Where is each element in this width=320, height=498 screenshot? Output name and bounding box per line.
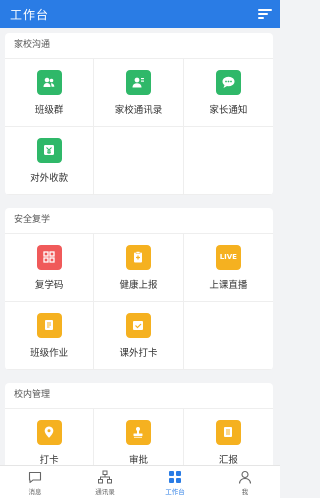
app-class-homework[interactable]: 班级作业: [5, 302, 95, 370]
section-title: 校内管理: [14, 390, 51, 400]
app-label: 班级作业: [30, 347, 69, 359]
app-label: 打卡: [39, 454, 59, 466]
section-title: 家校沟通: [14, 40, 51, 50]
homework-icon: [36, 312, 62, 338]
top-bar: 工作台: [0, 0, 280, 28]
section-home-school: 家校沟通 班级群 家校通讯录 家长通知 对外收款: [5, 33, 273, 195]
app-label: 健康上报: [119, 279, 158, 291]
app-label: 上课直播: [209, 279, 248, 291]
live-icon-text: LIVE: [219, 253, 237, 261]
bottom-tab-bar: 消息 通讯录 工作台 我: [0, 465, 280, 498]
app-label: 班级群: [34, 104, 64, 116]
app-label: 复学码: [34, 279, 64, 291]
workbench-icon: [169, 470, 181, 483]
app-parent-notice[interactable]: 家长通知: [183, 59, 273, 127]
app-health-report[interactable]: 健康上报: [94, 234, 184, 302]
contacts-icon: [125, 69, 151, 95]
qr-code-icon: [36, 244, 62, 270]
app-label: 汇报: [218, 454, 238, 466]
app-label: 审批: [128, 454, 148, 466]
empty-cell: [94, 127, 184, 195]
app-label: 课外打卡: [119, 347, 158, 359]
app-extracurricular-checkin[interactable]: 课外打卡: [94, 302, 184, 370]
tab-label: 消息: [28, 487, 42, 496]
payment-icon: [36, 137, 62, 163]
workbench-content[interactable]: 家校沟通 班级群 家校通讯录 家长通知 对外收款 安全复学 复学码 健康上报 L…: [0, 28, 280, 465]
app-external-payment[interactable]: 对外收款: [5, 127, 95, 195]
tab-label: 通讯录: [95, 487, 115, 496]
checkin-icon: [125, 312, 151, 338]
app-live-class[interactable]: LIVE 上课直播: [183, 234, 273, 302]
tab-me[interactable]: 我: [210, 466, 280, 498]
message-icon: [28, 471, 42, 483]
empty-cell: [183, 302, 273, 370]
empty-cell: [183, 127, 273, 195]
app-clock-in[interactable]: 打卡: [5, 409, 95, 466]
org-chart-icon: [98, 470, 112, 483]
filter-settings-icon[interactable]: [258, 8, 272, 20]
stamp-icon: [125, 419, 151, 445]
report-icon: [215, 419, 241, 445]
app-approval[interactable]: 审批: [94, 409, 184, 466]
group-icon: [36, 69, 62, 95]
app-report[interactable]: 汇报: [184, 409, 273, 465]
app-label: 家长通知: [209, 104, 248, 116]
tab-label: 工作台: [165, 487, 185, 496]
user-icon: [238, 470, 252, 484]
app-label: 家校通讯录: [114, 104, 163, 116]
app-return-code[interactable]: 复学码: [5, 234, 95, 302]
app-label: 对外收款: [30, 172, 69, 184]
location-icon: [36, 419, 62, 445]
tab-label: 我: [241, 487, 249, 496]
chat-bubble-icon: [215, 69, 241, 95]
live-icon: LIVE: [215, 244, 241, 270]
section-safe-return: 安全复学 复学码 健康上报 LIVE 上课直播 班级作业 课外打卡: [5, 208, 273, 370]
section-campus-management: 校内管理 打卡 审批 汇报: [5, 383, 273, 465]
app-class-group[interactable]: 班级群: [5, 59, 95, 127]
section-title: 安全复学: [14, 215, 51, 225]
tab-workbench[interactable]: 工作台: [140, 466, 210, 498]
app-contacts[interactable]: 家校通讯录: [94, 59, 184, 127]
tab-messages[interactable]: 消息: [0, 466, 70, 498]
tab-contacts[interactable]: 通讯录: [70, 466, 140, 498]
page-title: 工作台: [10, 7, 50, 22]
health-report-icon: [125, 244, 151, 270]
